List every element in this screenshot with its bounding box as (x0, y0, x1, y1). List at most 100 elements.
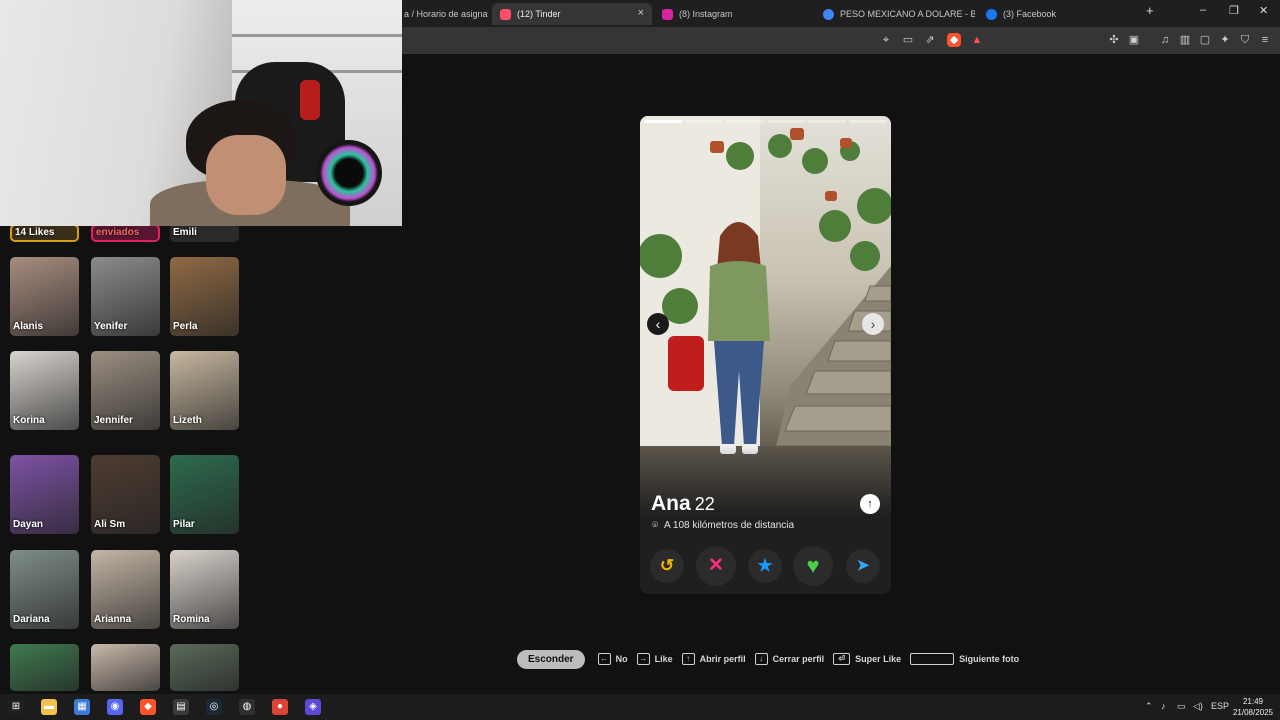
match-card[interactable]: Korina (10, 351, 79, 430)
match-card[interactable] (91, 644, 160, 691)
music-icon[interactable]: ♫ (1158, 33, 1172, 47)
match-name: Perla (173, 321, 198, 332)
brave-shield-icon[interactable]: ◆ (947, 33, 961, 47)
tab-facebook[interactable]: (3) Facebook (978, 3, 1138, 25)
webcam-overlay (0, 0, 402, 226)
match-card-emili[interactable]: Emili (170, 224, 239, 242)
brave-icon[interactable]: ◆ (140, 699, 156, 715)
tab-instagram[interactable]: (8) Instagram (654, 3, 814, 25)
instagram-favicon-icon (662, 8, 673, 20)
shortcut-open-profile: ↑ Abrir perfil (681, 653, 746, 665)
open-profile-icon[interactable]: ↑ (860, 494, 880, 514)
app-icon[interactable]: ◈ (305, 699, 321, 715)
photo-indicator (726, 120, 764, 123)
match-name: Arianna (94, 614, 132, 625)
match-name: Dariana (13, 614, 50, 625)
screen: a / Horario de asignat (12) Tinder × (8)… (0, 0, 1280, 720)
action-buttons: ↺ ✕ ★ ♥ ➤ (650, 546, 882, 586)
google-favicon-icon (823, 8, 834, 20)
match-card[interactable] (10, 644, 79, 691)
like-button[interactable]: ♥ (793, 546, 833, 586)
chevron-up-icon[interactable]: ⌃ (1145, 701, 1153, 712)
system-clock[interactable]: 21:49 21/08/2025 (1228, 696, 1278, 718)
minimize-button[interactable]: – (1200, 4, 1206, 16)
profile-card[interactable]: ‹ › Ana 22 ↑ ⌾ A 108 kilómetros de distan… (640, 116, 891, 594)
sidebar-icon[interactable]: ▥ (1178, 33, 1192, 47)
restore-button[interactable]: ❐ (1229, 4, 1239, 17)
photo-indicator (644, 120, 682, 123)
tab-tinder[interactable]: (12) Tinder × (492, 3, 652, 25)
match-card[interactable]: Perla (170, 257, 239, 336)
location-pin-icon: ⌾ (652, 520, 658, 531)
match-photo (170, 644, 239, 691)
rgb-headset-icon (316, 140, 382, 206)
chrome-icon[interactable]: ● (272, 699, 288, 715)
brave-rewards-icon[interactable]: ▲ (970, 33, 984, 47)
tab-label: (8) Instagram (679, 9, 733, 19)
screenshot-icon[interactable]: ▣ (1127, 33, 1141, 47)
likes-card[interactable]: 14 Likes (10, 224, 79, 242)
rewind-button[interactable]: ↺ (650, 549, 684, 583)
tab-label: a / Horario de asignat (404, 9, 488, 19)
match-card[interactable]: Ali Sm (91, 455, 160, 534)
photo-indicator (808, 120, 846, 123)
obs-icon[interactable]: ◍ (239, 699, 255, 715)
close-tab-icon[interactable]: × (638, 7, 644, 19)
match-name: Emili (173, 227, 197, 238)
language-indicator[interactable]: ESP (1211, 701, 1229, 711)
match-name: Alanis (13, 321, 44, 332)
network-icon[interactable]: ▭ (1177, 701, 1186, 712)
nope-button[interactable]: ✕ (696, 546, 736, 586)
hide-shortcuts-button[interactable]: Esconder (517, 649, 585, 669)
shortcut-no: ← No (597, 653, 628, 665)
leo-ai-icon[interactable]: ✦ (1218, 33, 1232, 47)
tab-label: (3) Facebook (1003, 9, 1057, 19)
match-card[interactable]: Arianna (91, 550, 160, 629)
steam-icon[interactable]: ◎ (206, 699, 222, 715)
match-card[interactable]: Pilar (170, 455, 239, 534)
discord-icon[interactable]: ◉ (107, 699, 123, 715)
match-card[interactable]: Yenifer (91, 257, 160, 336)
super-like-button[interactable]: ★ (748, 549, 782, 583)
menu-icon[interactable]: ≡ (1258, 33, 1272, 47)
profile-photo-scene (640, 116, 891, 516)
match-name: Romina (173, 614, 210, 625)
sent-card[interactable]: enviados (91, 224, 160, 242)
photo-indicator (849, 120, 887, 123)
share-icon[interactable]: ⇗ (923, 33, 937, 47)
file-explorer-icon[interactable]: ▬ (41, 699, 57, 715)
enter-key-icon: ⏎ (833, 653, 851, 665)
match-card[interactable]: Alanis (10, 257, 79, 336)
tab-google-search[interactable]: PESO MEXICANO A DOLARE - Busca (815, 3, 975, 25)
match-card[interactable]: Romina (170, 550, 239, 629)
boost-button[interactable]: ➤ (846, 549, 880, 583)
volume-icon[interactable]: ◁) (1193, 701, 1203, 712)
match-name: Korina (13, 415, 45, 426)
extensions-icon[interactable]: ✣ (1107, 33, 1121, 47)
microphone-icon[interactable]: ♪ (1161, 701, 1166, 711)
profile-photo[interactable]: ‹ › (640, 116, 891, 516)
next-photo-icon[interactable]: › (862, 313, 884, 335)
shortcut-like: → Like (636, 653, 673, 665)
match-card[interactable]: Dayan (10, 455, 79, 534)
close-window-button[interactable]: ✕ (1259, 4, 1268, 17)
wallet-icon[interactable]: ▢ (1198, 33, 1212, 47)
match-name: Jennifer (94, 415, 133, 426)
match-card[interactable] (170, 644, 239, 691)
shortcut-label: No (615, 654, 628, 664)
tab-horario[interactable]: a / Horario de asignat (396, 3, 488, 25)
match-card[interactable]: Lizeth (170, 351, 239, 430)
match-card[interactable]: Jennifer (91, 351, 160, 430)
location-icon[interactable]: ⌖ (879, 33, 893, 47)
previous-photo-icon[interactable]: ‹ (647, 313, 669, 335)
vpn-icon[interactable]: ⛉ (1238, 33, 1252, 47)
profile-name-row: Ana 22 (651, 492, 715, 516)
cast-icon[interactable]: ▭ (901, 33, 915, 47)
match-photo (91, 644, 160, 691)
match-card[interactable]: Dariana (10, 550, 79, 629)
microsoft-store-icon[interactable]: ▦ (74, 699, 90, 715)
windows-start-icon[interactable]: ⊞ (8, 699, 24, 715)
clock-time: 21:49 (1242, 697, 1264, 706)
new-tab-button[interactable]: + (1146, 3, 1154, 18)
calculator-icon[interactable]: ▤ (173, 699, 189, 715)
